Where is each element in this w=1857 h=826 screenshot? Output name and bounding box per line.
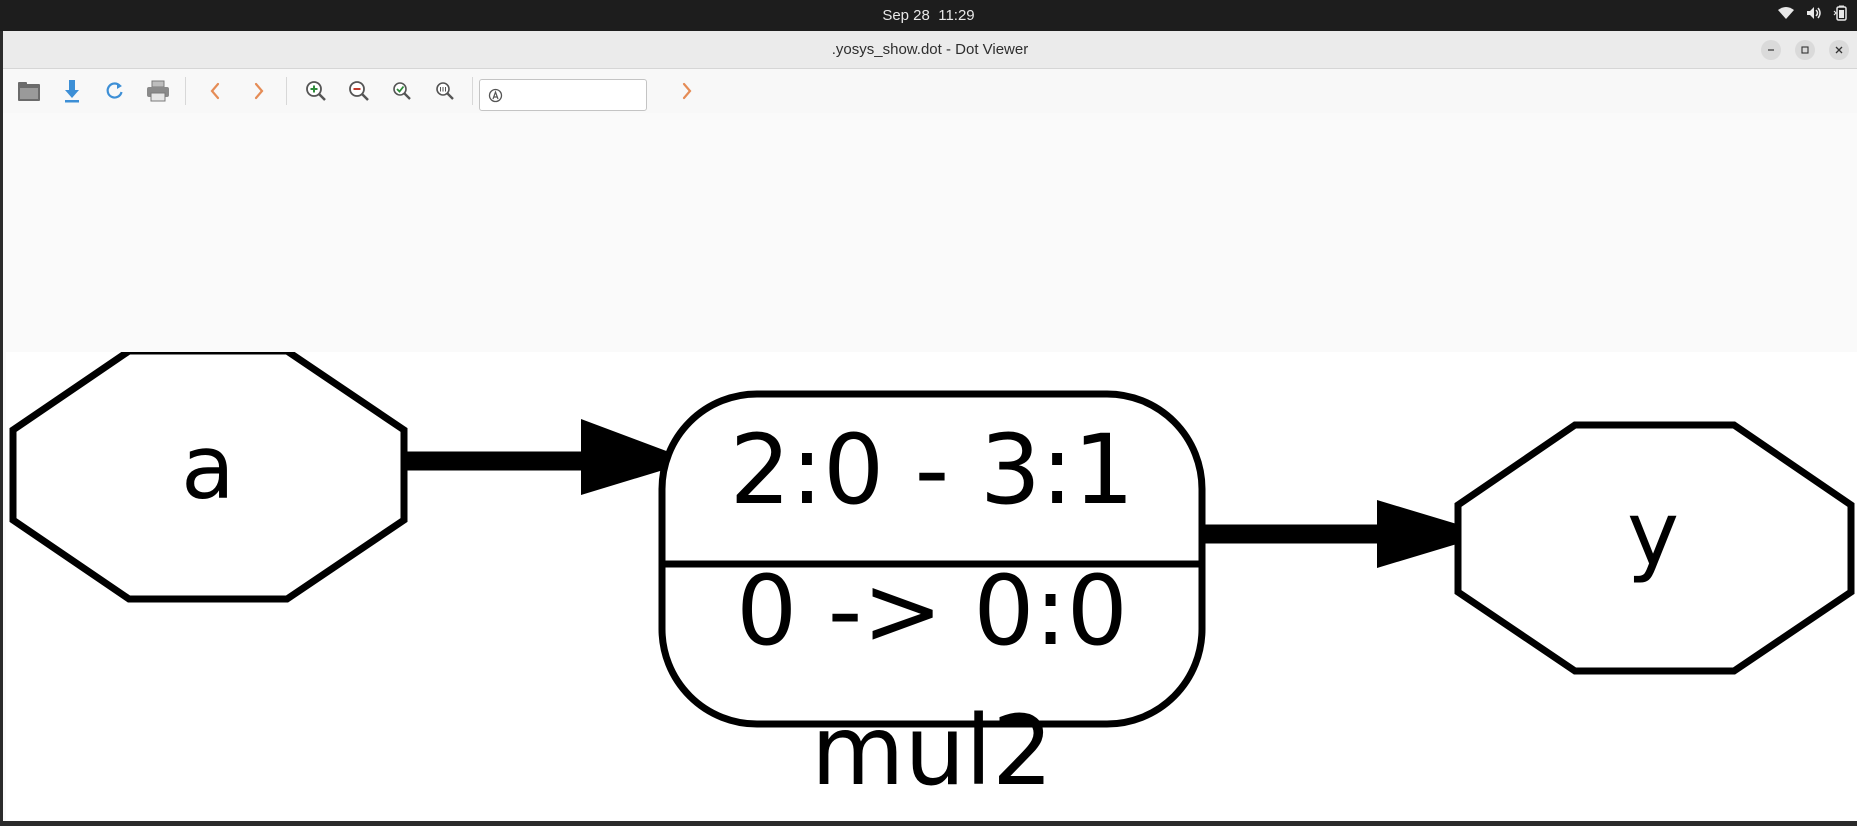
edge-mul2-to-y (1202, 500, 1490, 568)
node-a-label: a (181, 416, 235, 519)
open-icon (18, 82, 40, 101)
zoom-fit-icon (393, 82, 411, 100)
graph-canvas[interactable]: a 2:0 - 3:1 0 -> 0:0 mul2 y (6, 347, 1857, 821)
save-icon (65, 80, 79, 103)
back-icon (210, 82, 220, 100)
find-next-icon (682, 82, 692, 100)
forward-button[interactable] (241, 73, 277, 109)
graph-drawing: a 2:0 - 3:1 0 -> 0:0 mul2 y (9, 347, 1855, 807)
zoom-out-icon (349, 81, 369, 101)
close-button[interactable] (1829, 40, 1849, 60)
find-next-button[interactable] (669, 73, 705, 109)
clock[interactable]: Sep 28 11:29 (0, 0, 1857, 31)
dot-viewer-window: .yosys_show.dot - Dot Viewer a 2:0 - 3:1… (3, 31, 1857, 821)
find-icon (488, 88, 503, 103)
battery-icon (1833, 5, 1849, 26)
forward-icon (254, 82, 264, 100)
time-label: 11:29 (938, 7, 975, 24)
maximize-button[interactable] (1795, 40, 1815, 60)
open-button[interactable] (11, 73, 47, 109)
graph-viewport-background[interactable] (3, 113, 1857, 352)
find-field[interactable] (479, 79, 647, 111)
reload-button[interactable] (97, 73, 133, 109)
wifi-icon (1777, 5, 1795, 26)
node-a[interactable]: a (9, 347, 408, 603)
toolbar (3, 69, 1857, 113)
node-mul2-bottom-label: 0 -> 0:0 (736, 555, 1128, 667)
print-icon (147, 80, 169, 102)
find-input[interactable] (508, 84, 644, 108)
close-icon (1835, 46, 1843, 54)
toolbar-separator (286, 77, 287, 105)
volume-icon (1805, 5, 1823, 26)
save-button[interactable] (54, 73, 90, 109)
zoom-in-icon (306, 81, 326, 101)
node-y-label: y (1627, 482, 1679, 585)
zoom-100-icon (436, 82, 454, 100)
zoom-100-button[interactable] (427, 73, 463, 109)
maximize-icon (1801, 46, 1809, 54)
edge-a-to-mul2 (404, 419, 693, 495)
node-mul2[interactable]: 2:0 - 3:1 0 -> 0:0 mul2 (658, 390, 1206, 807)
window-title: .yosys_show.dot - Dot Viewer (831, 41, 1029, 58)
date-label: Sep 28 (882, 7, 930, 24)
system-tray[interactable] (1777, 0, 1849, 31)
minimize-icon (1768, 49, 1774, 51)
back-button[interactable] (197, 73, 233, 109)
print-button[interactable] (140, 73, 176, 109)
window-titlebar[interactable]: .yosys_show.dot - Dot Viewer (3, 31, 1857, 69)
zoom-in-button[interactable] (298, 73, 334, 109)
node-mul2-top-label: 2:0 - 3:1 (730, 414, 1135, 526)
node-y[interactable]: y (1454, 421, 1855, 675)
reload-icon (106, 82, 123, 99)
zoom-fit-button[interactable] (384, 73, 420, 109)
minimize-button[interactable] (1761, 40, 1781, 60)
node-mul2-name: mul2 (811, 695, 1053, 807)
toolbar-separator (472, 77, 473, 105)
toolbar-separator (185, 77, 186, 105)
zoom-out-button[interactable] (341, 73, 377, 109)
system-top-bar: Sep 28 11:29 (0, 0, 1857, 31)
